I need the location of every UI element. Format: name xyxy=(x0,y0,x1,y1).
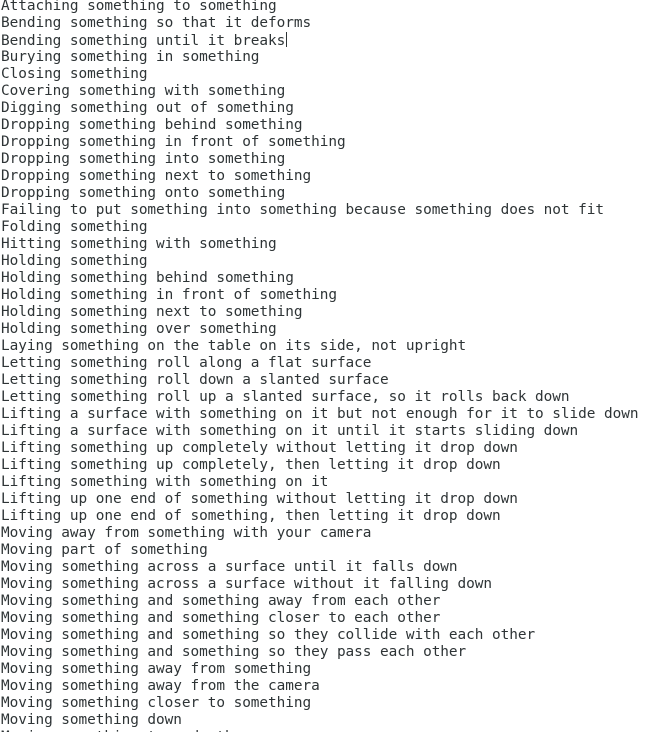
text-line-content: Lifting up one end of something, then le… xyxy=(1,508,501,524)
text-line-content: Dropping something into something xyxy=(1,151,286,167)
text-line-content: Laying something on the table on its sid… xyxy=(1,338,467,354)
text-line-content: Moving something down xyxy=(1,712,182,728)
text-line-content: Dropping something next to something xyxy=(1,168,312,184)
text-line[interactable]: Dropping something onto something xyxy=(1,185,638,202)
text-line-content: Lifting a surface with something on it u… xyxy=(1,423,579,439)
text-line-content: Covering something with something xyxy=(1,83,286,99)
text-line[interactable]: Burying something in something xyxy=(1,49,638,66)
text-line[interactable]: Holding something behind something xyxy=(1,270,638,287)
text-line[interactable]: Failing to put something into something … xyxy=(1,202,638,219)
text-line[interactable]: Moving something closer to something xyxy=(1,695,638,712)
text-line-content: Lifting something with something on it xyxy=(1,474,329,490)
text-line-content: Failing to put something into something … xyxy=(1,202,604,218)
text-line[interactable]: Moving something down xyxy=(1,712,638,729)
text-line-content: Lifting something up completely, then le… xyxy=(1,457,501,473)
text-line[interactable]: Moving something away from the camera xyxy=(1,678,638,695)
text-line[interactable]: Moving something and something so they p… xyxy=(1,644,638,661)
text-line-content: Lifting a surface with something on it b… xyxy=(1,406,639,422)
text-line-content: Moving away from something with your cam… xyxy=(1,525,372,541)
text-line[interactable]: Dropping something next to something xyxy=(1,168,638,185)
text-line[interactable]: Laying something on the table on its sid… xyxy=(1,338,638,355)
text-line[interactable]: Hitting something with something xyxy=(1,236,638,253)
text-line-content: Attaching something to something xyxy=(1,0,277,14)
text-caret xyxy=(286,32,288,47)
text-line-content: Digging something out of something xyxy=(1,100,294,116)
text-line-content: Moving something and something away from… xyxy=(1,593,441,609)
text-line-content: Moving something across a surface withou… xyxy=(1,576,492,592)
text-line-content: Letting something roll down a slanted su… xyxy=(1,372,389,388)
text-line-content: Lifting something up completely without … xyxy=(1,440,518,456)
text-line[interactable]: Moving something away from something xyxy=(1,661,638,678)
text-line[interactable]: Letting something roll down a slanted su… xyxy=(1,372,638,389)
text-line[interactable]: Lifting up one end of something, then le… xyxy=(1,508,638,525)
text-line[interactable]: Holding something in front of something xyxy=(1,287,638,304)
text-line[interactable]: Holding something xyxy=(1,253,638,270)
text-line[interactable]: Bending something so that it deforms xyxy=(1,15,638,32)
text-line-content: Moving something away from the camera xyxy=(1,678,320,694)
text-line-content: Moving something across a surface until … xyxy=(1,559,458,575)
text-line[interactable]: Lifting a surface with something on it b… xyxy=(1,406,638,423)
text-line[interactable]: Lifting a surface with something on it u… xyxy=(1,423,638,440)
text-line[interactable]: Digging something out of something xyxy=(1,100,638,117)
text-line[interactable]: Lifting up one end of something without … xyxy=(1,491,638,508)
text-line-content: Bending something until it breaks xyxy=(1,33,286,49)
text-line-content: Moving something and something so they p… xyxy=(1,644,467,660)
text-line-content: Lifting up one end of something without … xyxy=(1,491,518,507)
text-line[interactable]: Letting something roll along a flat surf… xyxy=(1,355,638,372)
text-line-content: Moving something away from something xyxy=(1,661,312,677)
text-line[interactable]: Dropping something into something xyxy=(1,151,638,168)
text-line-content: Holding something in front of something xyxy=(1,287,337,303)
text-line[interactable]: Folding something xyxy=(1,219,638,236)
text-line[interactable]: Moving something and something so they c… xyxy=(1,627,638,644)
text-line-content: Holding something xyxy=(1,253,148,269)
text-line-content: Holding something behind something xyxy=(1,270,294,286)
text-line[interactable]: Lifting something with something on it xyxy=(1,474,638,491)
text-line-content: Moving part of something xyxy=(1,542,208,558)
text-line-content: Hitting something with something xyxy=(1,236,277,252)
text-line-content: Closing something xyxy=(1,66,148,82)
text-line[interactable]: Bending something until it breaks xyxy=(1,32,638,49)
text-line-content: Moving something and something so they c… xyxy=(1,627,536,643)
text-editor[interactable]: Attaching something to something Bending … xyxy=(0,0,666,732)
text-line[interactable]: Moving something across a surface withou… xyxy=(1,576,638,593)
text-line[interactable]: Attaching something to something xyxy=(1,0,638,15)
text-line[interactable]: Closing something xyxy=(1,66,638,83)
text-line[interactable]: Moving part of something xyxy=(1,542,638,559)
text-line[interactable]: Dropping something in front of something xyxy=(1,134,638,151)
text-line-content: Letting something roll up a slanted surf… xyxy=(1,389,570,405)
text-line-content: Bending something so that it deforms xyxy=(1,15,312,31)
text-line-content: Burying something in something xyxy=(1,49,260,65)
text-line[interactable]: Moving away from something with your cam… xyxy=(1,525,638,542)
text-line[interactable]: Moving something and something closer to… xyxy=(1,610,638,627)
text-line[interactable]: Dropping something behind something xyxy=(1,117,638,134)
text-line[interactable]: Moving something across a surface until … xyxy=(1,559,638,576)
text-line[interactable]: Letting something roll up a slanted surf… xyxy=(1,389,638,406)
text-line[interactable]: Covering something with something xyxy=(1,83,638,100)
text-line[interactable]: Lifting something up completely without … xyxy=(1,440,638,457)
text-line[interactable]: Moving something and something away from… xyxy=(1,593,638,610)
text-line-content: Moving something and something closer to… xyxy=(1,610,441,626)
text-line-content: Moving something closer to something xyxy=(1,695,312,711)
text-line[interactable]: Holding something next to something xyxy=(1,304,638,321)
text-line[interactable]: Lifting something up completely, then le… xyxy=(1,457,638,474)
text-line-content: Holding something next to something xyxy=(1,304,303,320)
text-line-content: Letting something roll along a flat surf… xyxy=(1,355,372,371)
text-line-content: Folding something xyxy=(1,219,148,235)
text-line[interactable]: Holding something over something xyxy=(1,321,638,338)
text-line-content: Dropping something behind something xyxy=(1,117,303,133)
text-line-content: Dropping something in front of something xyxy=(1,134,346,150)
text-lines: Attaching something to something Bending … xyxy=(1,0,638,732)
text-line-content: Dropping something onto something xyxy=(1,185,286,201)
text-line-content: Holding something over something xyxy=(1,321,277,337)
